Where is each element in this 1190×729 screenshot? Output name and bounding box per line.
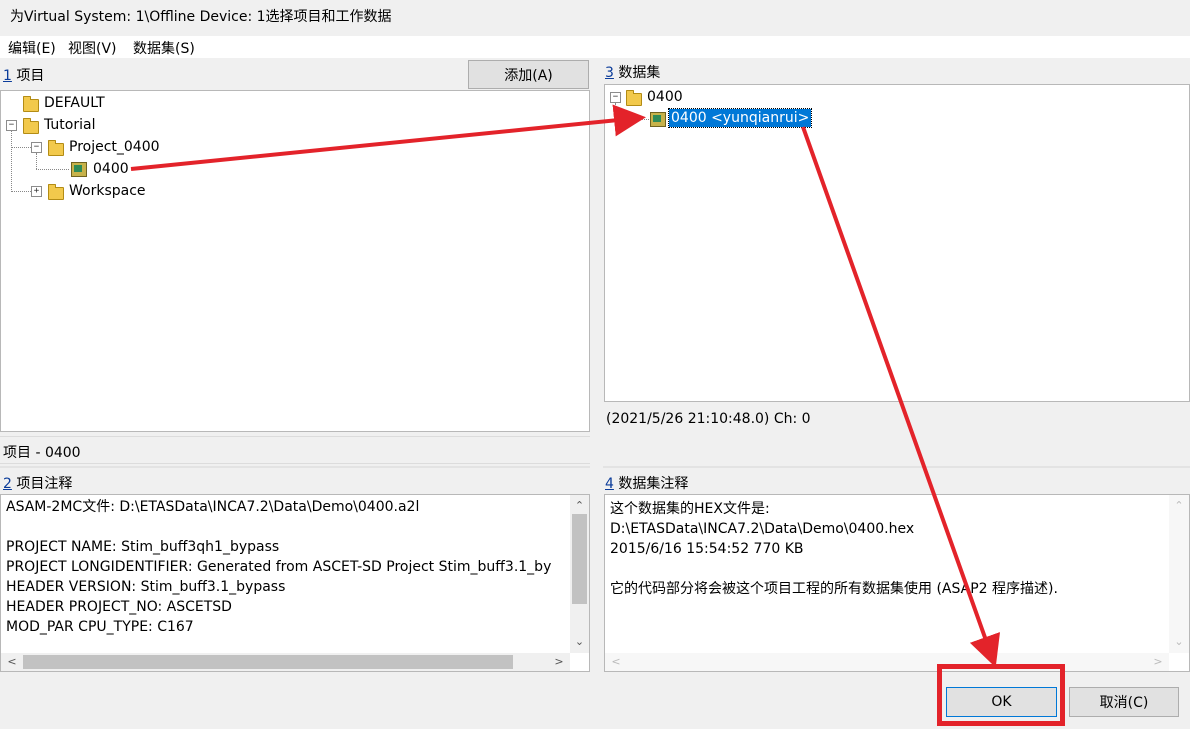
- annotation-arrows: [130, 104, 1001, 668]
- arrow-to-dataset: [130, 104, 646, 171]
- arrow-to-ok: [801, 126, 1001, 668]
